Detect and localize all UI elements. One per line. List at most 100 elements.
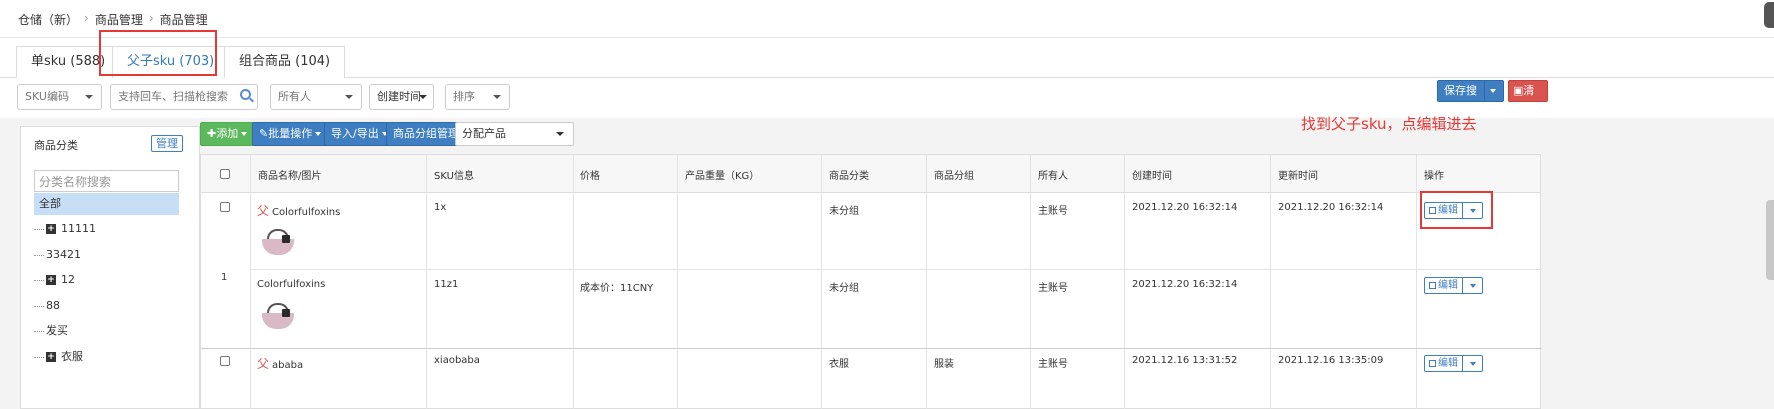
row-checkbox[interactable]	[220, 202, 230, 212]
col-updated: 更新时间	[1278, 171, 1318, 182]
product-name[interactable]: 父 ababa	[257, 355, 303, 372]
col-divider	[926, 155, 927, 409]
annotation-box-tab	[99, 30, 217, 76]
caret-down-icon	[1470, 284, 1476, 288]
group-index: 1	[221, 272, 228, 283]
import-export-button[interactable]: 导入/导出	[324, 122, 395, 146]
manage-category-button[interactable]: 管理	[151, 135, 183, 152]
col-divider	[1124, 155, 1125, 409]
scroll-handle[interactable]	[1764, 2, 1774, 28]
tree-line	[34, 279, 44, 281]
caret-down-icon	[1490, 89, 1496, 93]
assign-label: 分配产品	[462, 127, 506, 140]
tab-bar: 单sku (588) 父子sku (703) 组合商品 (104)	[0, 38, 1774, 79]
category-item-12[interactable]: +12	[34, 273, 75, 287]
annotation-box-edit	[1420, 191, 1493, 229]
search-input[interactable]: 支持回车、扫描枪搜索	[110, 84, 258, 110]
bag-mark	[282, 235, 290, 243]
tree-line	[34, 356, 44, 358]
tree-line	[34, 330, 44, 332]
category: 未分组	[829, 283, 859, 294]
edit-label: 编辑	[1438, 280, 1458, 291]
category-all[interactable]: 全部	[34, 193, 179, 215]
col-divider	[573, 155, 574, 409]
expand-icon[interactable]: +	[46, 275, 56, 285]
batch-ops-button[interactable]: ✎批量操作	[252, 122, 329, 146]
col-divider	[1416, 155, 1417, 409]
edit-button[interactable]: 编辑	[1424, 277, 1463, 294]
sku-code-label: SKU编码	[25, 90, 69, 103]
caret-down-icon	[241, 132, 248, 136]
breadcrumb-item-warehouse[interactable]: 仓储（新）	[18, 11, 78, 28]
sku-info: 11z1	[434, 279, 459, 290]
annotation-text: 找到父子sku，点编辑进去	[1301, 115, 1477, 133]
edit-dropdown-toggle[interactable]	[1463, 277, 1483, 294]
category-item-88[interactable]: 88	[34, 299, 60, 313]
row-action-group: 编辑	[1424, 355, 1483, 372]
category-title: 商品分类	[34, 139, 78, 152]
category-search-input[interactable]: 分类名称搜索	[34, 170, 179, 192]
caret-down-icon	[85, 95, 93, 99]
save-search-dropdown[interactable]	[1484, 80, 1504, 102]
batch-label: 批量操作	[268, 127, 313, 140]
category-item-clothes[interactable]: + 衣服	[34, 350, 83, 364]
updated-time: 2021.12.20 16:32:14	[1278, 202, 1384, 213]
group-manage-button[interactable]: 商品分组管理	[386, 122, 466, 146]
edit-dropdown-toggle[interactable]	[1463, 355, 1483, 372]
breadcrumb-item-goods[interactable]: 商品管理	[95, 11, 143, 28]
col-price: 价格	[580, 171, 600, 182]
product-name-text: Colorfulfoxins	[272, 207, 341, 218]
row-checkbox[interactable]	[220, 356, 230, 366]
price: 成本价：11CNY	[580, 283, 654, 294]
expand-icon[interactable]: +	[46, 224, 56, 234]
search-placeholder: 支持回车、扫描枪搜索	[118, 90, 228, 103]
category-item-33421[interactable]: 33421	[34, 248, 81, 262]
caret-down-icon	[345, 95, 353, 99]
table-header: 商品名称/图片 SKU信息 价格 产品重量（KG） 商品分类 商品分组 所有人 …	[201, 155, 1540, 193]
updated-time: 2021.12.16 13:35:09	[1278, 355, 1384, 366]
col-owner: 所有人	[1038, 171, 1068, 182]
category-item-11111[interactable]: +11111	[34, 222, 96, 236]
clear-button[interactable]: ▣清空	[1508, 80, 1548, 117]
product-name[interactable]: 父 Colorfulfoxins	[257, 202, 340, 219]
category: 未分组	[829, 206, 859, 217]
col-actions: 操作	[1424, 171, 1444, 182]
caret-down-icon	[315, 132, 322, 136]
group: 服装	[934, 359, 954, 370]
edit-icon	[1429, 282, 1436, 289]
product-name-text: ababa	[272, 360, 304, 371]
edit-label: 编辑	[1438, 358, 1458, 369]
import-export-label: 导入/导出	[331, 127, 379, 140]
category-label: 33421	[46, 248, 81, 261]
add-button[interactable]: ✚添加	[200, 122, 255, 146]
expand-icon[interactable]: +	[46, 352, 56, 362]
created-time-sort[interactable]: 创建时间	[369, 84, 434, 110]
product-thumbnail[interactable]	[259, 225, 297, 261]
product-thumbnail[interactable]	[259, 299, 297, 335]
edit-icon	[1429, 360, 1436, 367]
sku-code-select[interactable]: SKU编码	[17, 84, 102, 110]
tab-combo-goods[interactable]: 组合商品 (104)	[224, 46, 346, 78]
col-created: 创建时间	[1132, 171, 1172, 182]
sku-info: xiaobaba	[434, 355, 480, 366]
created-time: 2021.12.20 16:32:14	[1132, 202, 1238, 213]
col-divider	[250, 155, 251, 409]
owner: 主账号	[1038, 359, 1068, 370]
owner-label: 所有人	[278, 90, 311, 103]
scrollbar[interactable]	[1766, 200, 1774, 280]
category: 衣服	[829, 359, 849, 370]
edit-button[interactable]: 编辑	[1424, 355, 1463, 372]
category-label: 发买	[46, 324, 68, 337]
search-icon[interactable]	[240, 89, 251, 100]
product-name[interactable]: Colorfulfoxins	[257, 279, 325, 290]
owner: 主账号	[1038, 283, 1068, 294]
owner-select[interactable]: 所有人	[270, 84, 362, 110]
created-time-label: 创建时间	[377, 90, 421, 103]
select-all-checkbox[interactable]	[220, 169, 230, 179]
created-time: 2021.12.16 13:31:52	[1132, 355, 1238, 366]
assign-product-select[interactable]: 分配产品	[455, 122, 574, 146]
category-label: 11111	[61, 222, 96, 235]
category-item-famai[interactable]: 发买	[34, 324, 68, 338]
edit-icon: ✎	[259, 127, 269, 140]
sort-select[interactable]: 排序	[445, 84, 510, 110]
